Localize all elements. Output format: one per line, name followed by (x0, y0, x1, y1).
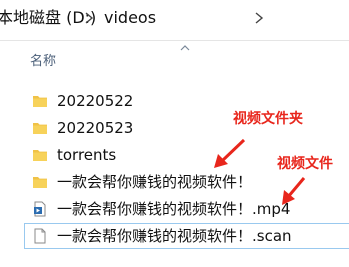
file-name: 一款会帮你赚钱的视频软件！.mp4 (57, 200, 291, 218)
annotation-folder-label: 视频文件夹 (233, 111, 303, 127)
blank-file-icon (34, 228, 46, 244)
chevron-up-icon (180, 45, 190, 51)
column-header-name[interactable]: 名称 (30, 54, 56, 70)
file-name: 一款会帮你赚钱的视频软件！.scan (57, 227, 292, 245)
chevron-right-icon[interactable] (252, 10, 266, 26)
breadcrumb-folder[interactable]: videos (104, 7, 156, 29)
folder-icon (33, 177, 47, 188)
file-name: 20220523 (57, 119, 134, 137)
folder-icon (33, 96, 47, 107)
video-file-icon (34, 201, 46, 217)
file-name: 一款会帮你赚钱的视频软件！ (57, 173, 253, 191)
folder-icon (33, 150, 47, 161)
list-item-file-scan[interactable]: 一款会帮你赚钱的视频软件！.scan (24, 223, 349, 249)
file-name: torrents (57, 146, 117, 164)
list-item-file-mp4[interactable]: 一款会帮你赚钱的视频软件！.mp4 (25, 197, 349, 221)
chevron-right-icon[interactable] (82, 10, 96, 26)
list-item-folder-video[interactable]: 一款会帮你赚钱的视频软件！ (25, 170, 349, 194)
annotation-file-label: 视频文件 (277, 156, 333, 172)
folder-icon (33, 123, 47, 134)
file-name: 20220522 (57, 92, 134, 110)
address-bar[interactable]: 本地磁盘 (D:) videos (0, 0, 349, 41)
